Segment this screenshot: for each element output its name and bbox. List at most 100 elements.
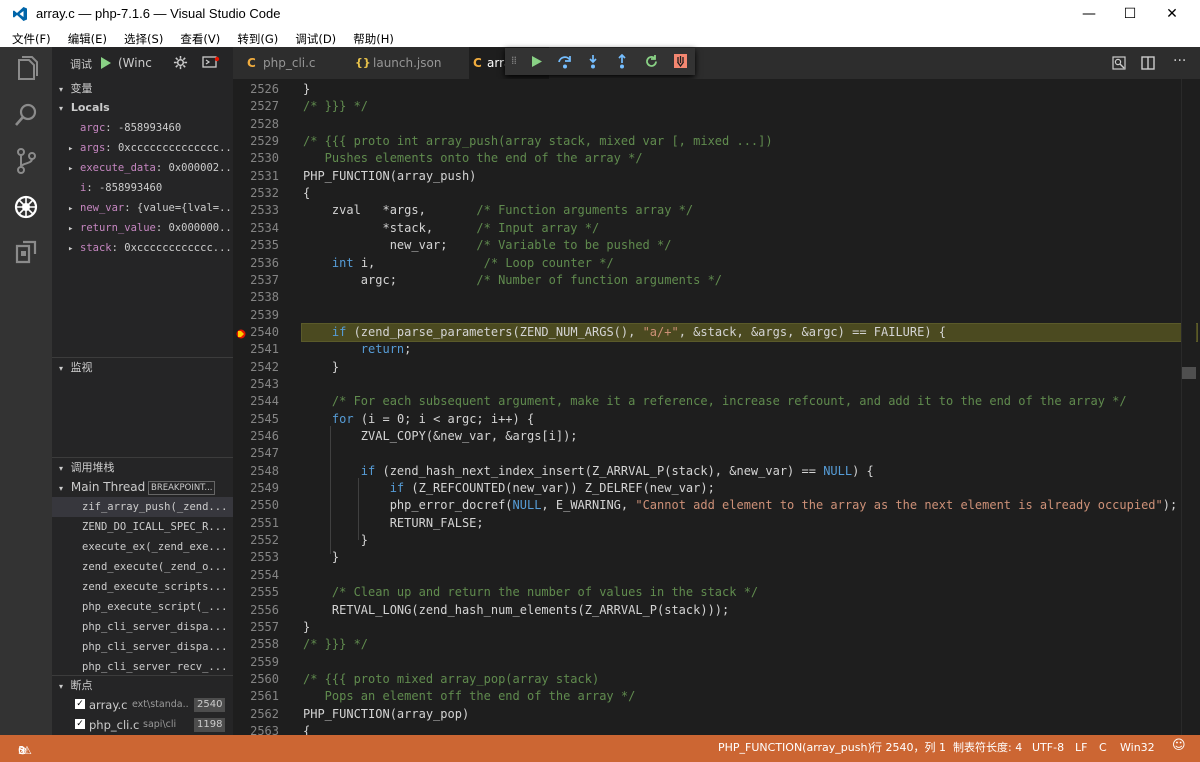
breakpoint-line-badge: 1198 <box>194 718 226 732</box>
watch-section-header[interactable]: ▾ 监视 <box>52 357 233 378</box>
variable-separator: : <box>105 122 118 134</box>
stack-frame[interactable]: php_cli_server_recv_... <box>52 657 233 677</box>
code-text: } <box>303 359 339 376</box>
line-number: 2552 <box>250 533 279 548</box>
continue-icon[interactable] <box>531 55 543 68</box>
code-token: php_error_docref( <box>303 498 513 513</box>
debug-toolbar: 调试 (Winc <box>52 47 233 79</box>
stack-frame[interactable]: php_execute_script(_... <box>52 597 233 617</box>
status-eol[interactable]: LF <box>1075 738 1087 758</box>
close-button[interactable]: ✕ <box>1150 0 1194 28</box>
smiley-feedback-icon[interactable]: ☺ <box>1172 736 1186 756</box>
variable-row[interactable]: ▸ new_var: {value={lval=... <box>52 198 233 218</box>
maximize-button[interactable]: ☐ <box>1108 0 1152 28</box>
code-line: 2542 } <box>233 359 1200 376</box>
status-bar: ⊗ 3 ⚠ 0 PHP_FUNCTION(array_push) 行 2540，… <box>0 735 1200 762</box>
extensions-icon[interactable] <box>10 237 42 269</box>
line-number: 2560 <box>250 671 279 686</box>
stack-frame-label: php_cli_server_dispa... <box>82 621 228 633</box>
stack-frame[interactable]: php_cli_server_dispa... <box>52 637 233 657</box>
variable-row[interactable]: i: -858993460 <box>52 178 233 198</box>
files-icon[interactable] <box>10 53 42 85</box>
status-tab-size[interactable]: 制表符长度: 4 <box>953 738 1022 758</box>
variables-section-header[interactable]: ▾ 变量 <box>52 79 233 99</box>
more-actions-icon[interactable]: ··· <box>1173 53 1186 69</box>
step-out-icon[interactable] <box>616 54 628 69</box>
source-control-icon[interactable] <box>10 145 42 177</box>
step-over-icon[interactable] <box>557 54 573 69</box>
stop-icon[interactable] <box>673 53 688 69</box>
code-line: 2536 int i, /* Loop counter */ <box>233 255 1200 272</box>
breakpoint-item[interactable]: ✓ array.c ext\standa.. 2540 <box>52 695 233 715</box>
variable-separator: : <box>111 242 125 254</box>
variable-row[interactable]: ▸ execute_data: 0x000002... <box>52 158 233 178</box>
line-number: 2547 <box>250 446 279 461</box>
tab-launch-json[interactable]: {} launch.json <box>351 47 469 79</box>
variable-row[interactable]: ▸ args: 0xcccccccccccccc... <box>52 138 233 158</box>
line-number: 2548 <box>250 463 279 478</box>
status-function[interactable]: PHP_FUNCTION(array_push) <box>718 738 872 758</box>
debug-icon[interactable] <box>10 191 42 223</box>
line-number: 2561 <box>250 689 279 704</box>
gear-icon[interactable] <box>173 55 188 70</box>
restart-icon[interactable] <box>644 54 659 69</box>
stack-frame-label: php_cli_server_dispa... <box>82 641 228 653</box>
code-text: /* {{{ proto int array_push(array stack,… <box>303 133 773 150</box>
code-token: /* Number of function arguments */ <box>476 272 723 287</box>
tab-php-cli[interactable]: C php_cli.c <box>233 47 351 79</box>
stack-frame[interactable]: execute_ex(_zend_exe... <box>52 537 233 557</box>
debug-config-select[interactable]: (Winc <box>118 56 152 70</box>
line-number: 2530 <box>250 151 279 166</box>
code-text: if (zend_hash_next_index_insert(Z_ARRVAL… <box>303 463 874 480</box>
stack-frame[interactable]: php_cli_server_dispa... <box>52 617 233 637</box>
stack-frame[interactable]: ZEND_DO_ICALL_SPEC_R... <box>52 517 233 537</box>
code-text: return; <box>303 341 412 358</box>
open-changes-icon[interactable] <box>1112 56 1126 70</box>
breakpoint-checkbox[interactable]: ✓ <box>75 719 85 729</box>
status-cursor-position[interactable]: 行 2540，列 1 <box>871 738 946 758</box>
title-bar: array.c — php-7.1.6 — Visual Studio Code… <box>0 0 1200 28</box>
stack-frame[interactable]: zend_execute(_zend_o... <box>52 557 233 577</box>
variable-row[interactable]: argc: -858993460 <box>52 118 233 138</box>
thread-item[interactable]: ▾ Main Thread BREAKPOINT... <box>52 477 233 497</box>
code-token: if <box>389 481 405 496</box>
locals-scope[interactable]: ▾ Locals <box>52 98 233 118</box>
variable-row[interactable]: ▸ return_value: 0x000000... <box>52 218 233 238</box>
start-debugging-icon[interactable] <box>100 56 112 70</box>
stack-frame[interactable]: zend_execute_scripts... <box>52 577 233 597</box>
expand-chevron-icon: ▸ <box>68 244 74 254</box>
code-text: if (zend_parse_parameters(ZEND_NUM_ARGS(… <box>303 324 946 341</box>
step-into-icon[interactable] <box>587 54 599 69</box>
code-line: 2529 /* {{{ proto int array_push(array st… <box>233 133 1200 150</box>
code-text: RETURN_FALSE; <box>303 515 484 532</box>
line-number: 2557 <box>250 619 279 634</box>
code-text: PHP_FUNCTION(array_pop) <box>303 706 469 723</box>
breakpoint-checkbox[interactable]: ✓ <box>75 699 85 709</box>
code-text: { <box>303 723 310 735</box>
debug-console-icon[interactable] <box>202 56 220 69</box>
collapse-chevron-icon: ▾ <box>59 484 64 493</box>
scrollbar-thumb[interactable] <box>1182 367 1196 379</box>
breakpoint-item[interactable]: ✓ php_cli.c sapi\cli 1198 <box>52 715 233 735</box>
status-platform[interactable]: Win32 <box>1120 738 1155 758</box>
breakpoints-section-header[interactable]: ▾ 断点 <box>52 675 233 696</box>
search-icon[interactable] <box>10 99 42 131</box>
status-encoding[interactable]: UTF-8 <box>1032 738 1064 758</box>
editor-scrollbar[interactable] <box>1181 79 1196 735</box>
variable-row[interactable]: ▸ stack: 0xcccccccccccc... <box>52 238 233 258</box>
collapse-chevron-icon: ▾ <box>59 364 64 373</box>
code-token: Pops an element off the end of the array… <box>303 689 636 704</box>
code-line: 2541 return; <box>233 341 1200 358</box>
drag-handle-icon[interactable]: ⁞⁞ <box>511 54 517 67</box>
callstack-section-header[interactable]: ▾ 调用堆栈 <box>52 457 233 478</box>
code-line: 2550 php_error_docref(NULL, E_WARNING, "… <box>233 497 1200 514</box>
code-line: 2537 argc; /* Number of function argumen… <box>233 272 1200 289</box>
stack-frame[interactable]: zif_array_push(_zend... <box>52 497 233 517</box>
line-number: 2533 <box>250 203 279 218</box>
code-editor[interactable]: 2526} 2527/* }}} */2528 2529/* {{{ proto i… <box>233 79 1200 735</box>
minimize-button[interactable]: — <box>1067 0 1111 28</box>
status-language[interactable]: C <box>1099 738 1107 758</box>
split-editor-icon[interactable] <box>1141 56 1155 70</box>
